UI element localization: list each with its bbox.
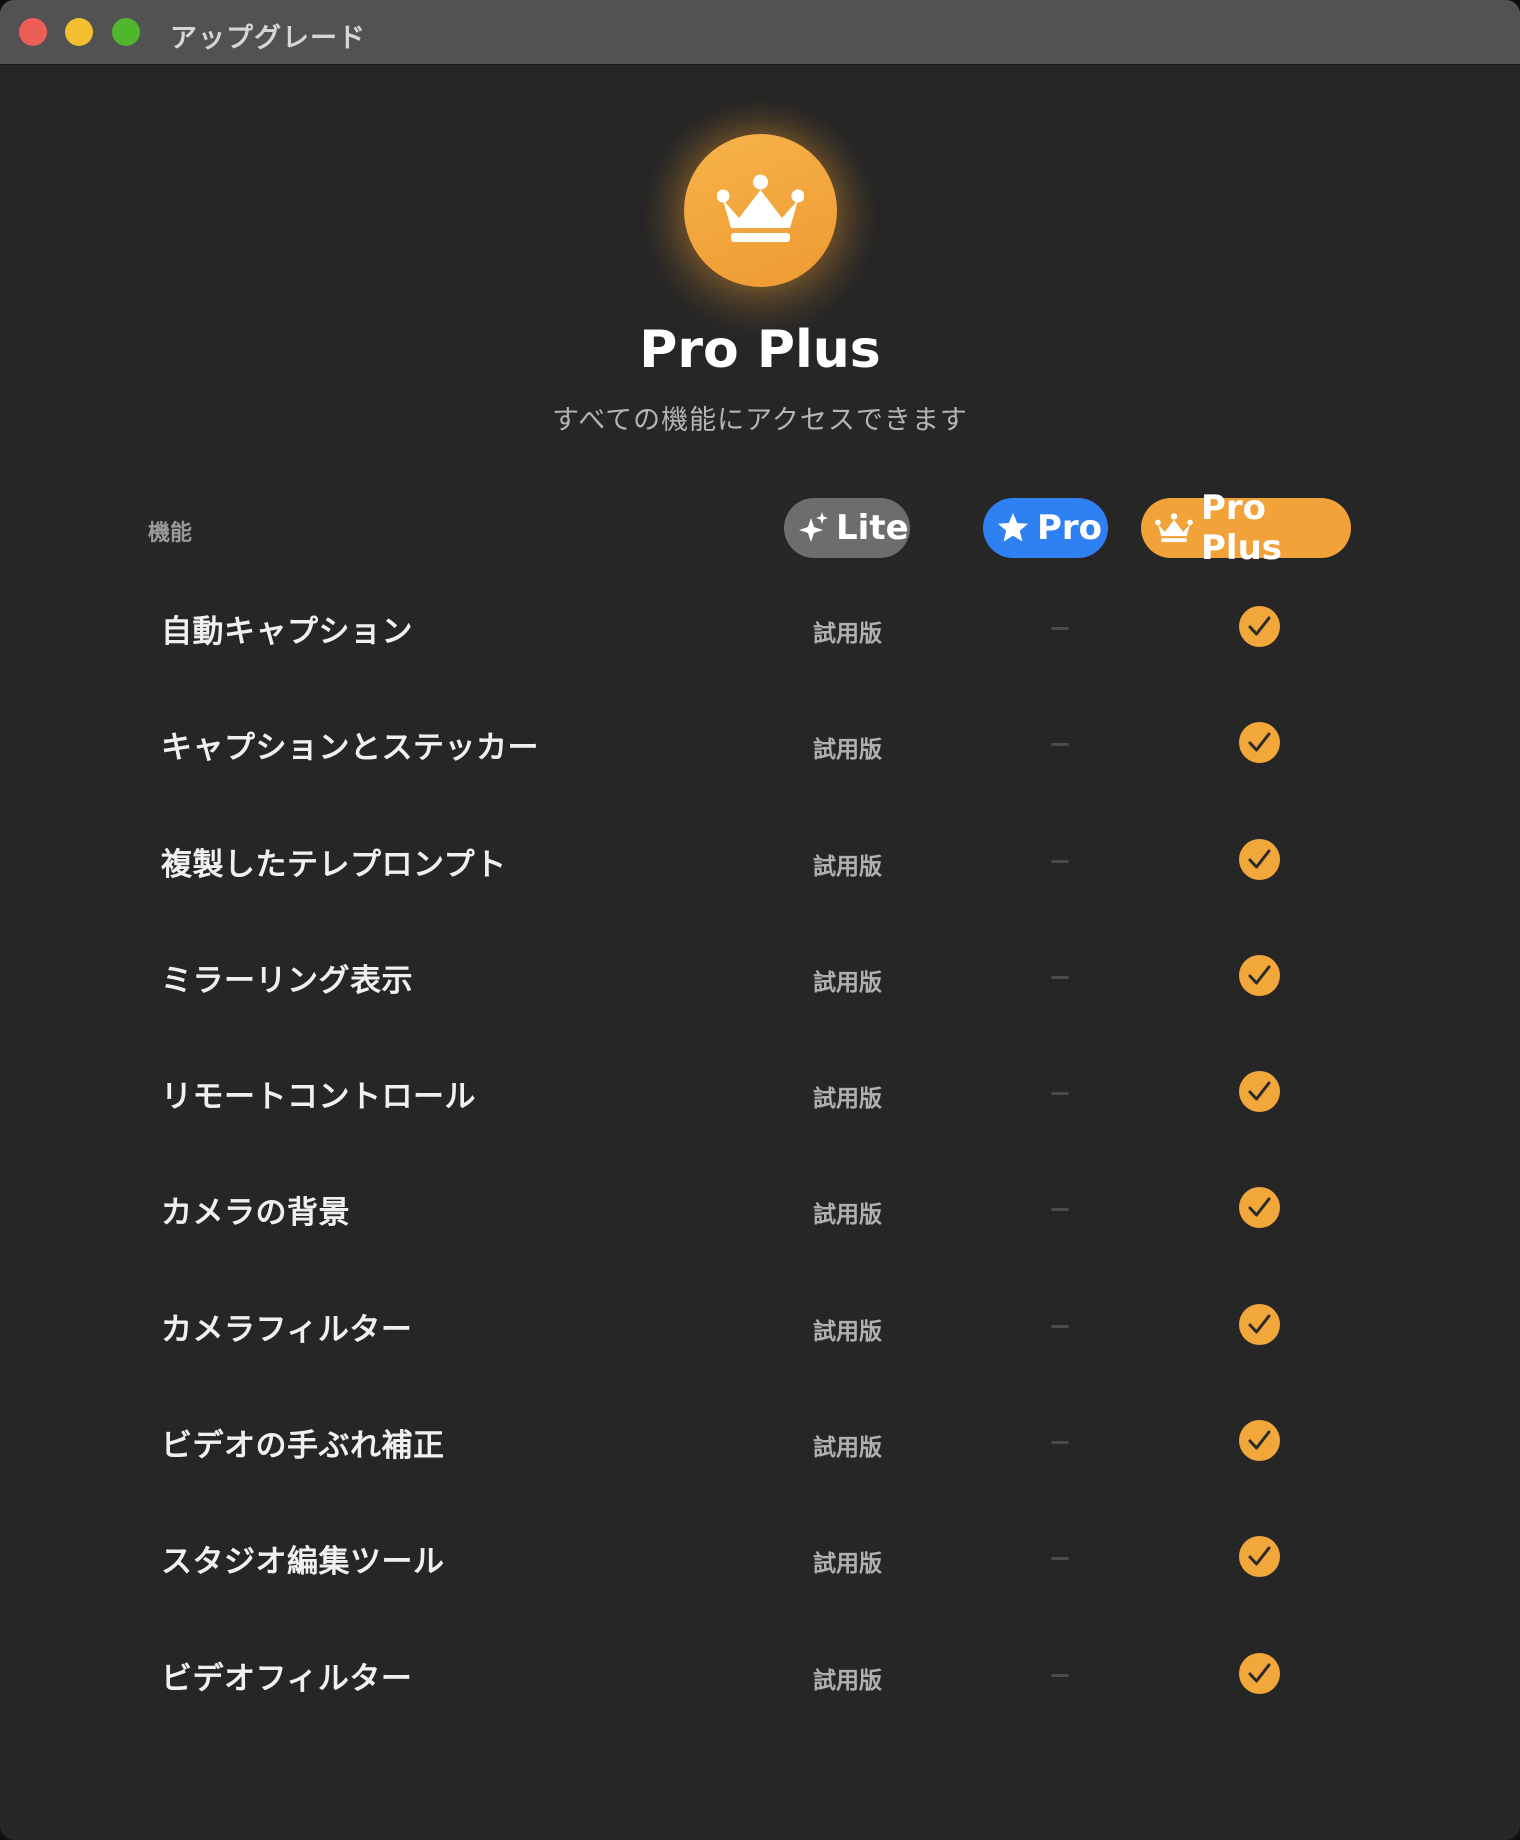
feature-name: ビデオの手ぶれ補正	[161, 1428, 445, 1465]
window-title: アップグレード	[170, 23, 366, 54]
pro-unavailable-dash	[1051, 743, 1069, 747]
feature-name: 自動キャプション	[161, 614, 413, 650]
lite-trial-label: 試用版	[813, 1202, 882, 1229]
star-icon	[998, 513, 1028, 542]
plan-badge-lite[interactable]: Lite	[784, 498, 910, 558]
crown-icon	[717, 174, 804, 242]
lite-trial-label: 試用版	[813, 737, 882, 764]
plan-badge-label: Lite	[836, 508, 909, 548]
pro-unavailable-dash	[1051, 859, 1069, 863]
pro-plus-check-icon	[1239, 1071, 1280, 1113]
table-row: スタジオ編集ツール 試用版	[0, 1500, 1520, 1616]
upgrade-window: アップグレード Pro Plus すべての機能にアクセスできます 機能 Lite…	[0, 0, 1520, 1840]
table-row: キャプションとステッカー 試用版	[0, 686, 1520, 802]
crown-icon	[1155, 513, 1193, 543]
pro-plus-check-icon	[1239, 1187, 1280, 1229]
lite-trial-label: 試用版	[813, 1318, 882, 1345]
pro-plus-check-icon	[1239, 1652, 1280, 1694]
table-row: ビデオフィルター 試用版	[0, 1617, 1520, 1733]
feature-name: リモートコントロール	[161, 1079, 476, 1116]
feature-name: キャプションとステッカー	[161, 730, 539, 767]
pro-unavailable-dash	[1051, 1324, 1069, 1328]
feature-name: ミラーリング表示	[161, 962, 413, 999]
table-row: ビデオの手ぶれ補正 試用版	[0, 1384, 1520, 1500]
pro-unavailable-dash	[1051, 1208, 1069, 1212]
pro-unavailable-dash	[1051, 1092, 1069, 1096]
pro-plus-check-icon	[1239, 1536, 1280, 1578]
lite-trial-label: 試用版	[813, 621, 882, 647]
table-row: リモートコントロール 試用版	[0, 1035, 1520, 1151]
lite-trial-label: 試用版	[813, 1086, 882, 1113]
pro-plus-check-icon	[1239, 838, 1280, 880]
plan-title: Pro Plus	[639, 320, 881, 380]
table-row: カメラフィルター 試用版	[0, 1268, 1520, 1384]
plan-badge-pro-plus[interactable]: Pro Plus	[1141, 488, 1351, 568]
table-row: ミラーリング表示 試用版	[0, 919, 1520, 1035]
feature-name: カメラの背景	[161, 1195, 350, 1232]
pro-unavailable-dash	[1051, 1441, 1069, 1445]
pro-plus-check-icon	[1239, 1420, 1280, 1462]
table-row: 自動キャプション 試用版	[0, 570, 1520, 686]
pro-plus-check-icon	[1239, 722, 1280, 764]
minimize-button[interactable]	[65, 18, 93, 46]
table-row: カメラの背景 試用版	[0, 1151, 1520, 1267]
plan-subtitle: すべての機能にアクセスできます	[552, 405, 968, 436]
zoom-button[interactable]	[112, 18, 140, 46]
pro-unavailable-dash	[1051, 627, 1069, 630]
title-bar: アップグレード	[0, 0, 1520, 65]
pro-unavailable-dash	[1051, 975, 1069, 979]
lite-trial-label: 試用版	[813, 1435, 882, 1462]
pro-plus-check-icon	[1239, 1303, 1280, 1345]
plan-badge-pro[interactable]: Pro	[983, 498, 1108, 558]
pro-plus-check-icon	[1239, 606, 1280, 647]
feature-comparison-table: 自動キャプション 試用版 キャプションとステッカー 試用版 複製したテレプロンプ…	[0, 570, 1520, 1733]
pro-plus-check-icon	[1239, 954, 1280, 996]
plan-badge-label: Pro Plus	[1201, 488, 1283, 568]
close-button[interactable]	[19, 18, 47, 46]
feature-column-header: 機能	[148, 521, 193, 546]
table-row: 複製したテレプロンプト 試用版	[0, 803, 1520, 919]
lite-trial-label: 試用版	[813, 969, 882, 996]
feature-name: スタジオ編集ツール	[161, 1544, 445, 1581]
feature-name: 複製したテレプロンプト	[161, 846, 507, 883]
lite-trial-label: 試用版	[813, 1551, 882, 1578]
pro-unavailable-dash	[1051, 1673, 1069, 1677]
lite-trial-label: 試用版	[813, 1667, 882, 1694]
plan-badge-label: Pro	[1037, 508, 1103, 548]
hero-crown-badge	[684, 134, 837, 287]
pro-unavailable-dash	[1051, 1557, 1069, 1561]
feature-name: カメラフィルター	[161, 1311, 413, 1348]
sparkles-icon	[799, 512, 828, 542]
feature-name: ビデオフィルター	[161, 1660, 413, 1697]
lite-trial-label: 試用版	[813, 853, 882, 880]
